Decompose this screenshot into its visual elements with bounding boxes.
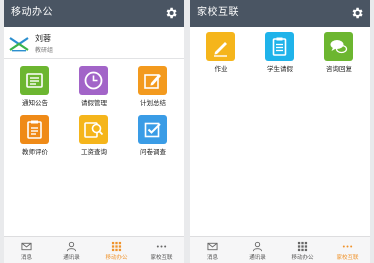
more-icon [156,245,167,248]
app-salary-query[interactable]: 工资查询 [69,115,119,167]
grid-icon [297,241,308,252]
tab-label: 家校互联 [150,255,173,261]
app-leave-management[interactable]: 请假管理 [69,66,119,118]
user-profile[interactable]: 刘蓉 教研组 [4,28,184,58]
mobile-office-screen: 移动办公 刘蓉 教研组 通知公告 请假管理 计划总结 教师评价 工资查询 问卷调… [4,0,184,263]
pencil-icon [206,32,235,61]
app-label: 通知公告 [22,99,48,107]
edit-icon [138,66,167,95]
mail-icon [21,242,32,251]
app-questionnaire[interactable]: 问卷调查 [128,115,178,167]
search-card-icon [79,115,108,144]
tab-label: 消息 [20,255,32,261]
tab-home-school[interactable]: 家校互联 [139,237,184,263]
app-consultation-reply[interactable]: 咨询回复 [314,32,364,84]
checkbox-icon [138,115,167,144]
page-title: 移动办公 [11,7,53,18]
tab-contacts[interactable]: 通讯录 [49,237,94,263]
app-notice[interactable]: 通知公告 [10,66,60,118]
app-label: 问卷调查 [140,148,166,156]
bottom-tab-bar: 消息 通讯录 移动办公 家校互联 [190,236,370,263]
clipboard-icon [265,32,294,61]
bottom-tab-bar: 消息 通讯录 移动办公 家校互联 [4,236,184,263]
tab-messages[interactable]: 消息 [190,237,235,263]
app-label: 学生请假 [267,65,293,73]
app-teacher-evaluation[interactable]: 教师评价 [10,115,60,167]
app-student-leave[interactable]: 学生请假 [255,32,305,84]
school-logo-icon [9,37,29,52]
tab-label: 消息 [206,255,218,261]
tab-messages[interactable]: 消息 [4,237,49,263]
mail-icon [207,242,218,251]
person-icon [252,241,263,252]
home-school-screen: 家校互联 作业 学生请假 咨询回复 消息 通讯录 移动办公 家校互联 [190,0,370,263]
app-homework[interactable]: 作业 [196,32,246,84]
user-name: 刘蓉 [35,34,51,43]
chat-icon [324,32,353,61]
tab-label: 通讯录 [249,255,266,261]
more-icon [342,245,353,248]
tab-label: 通讯录 [63,255,80,261]
app-label: 工资查询 [81,148,107,156]
clock-icon [79,66,108,95]
app-label: 教师评价 [22,148,48,156]
document-icon [20,115,49,144]
gear-icon[interactable] [350,6,364,20]
person-icon [66,241,77,252]
divider [4,58,184,59]
header-bar: 家校互联 [190,0,370,27]
app-label: 作业 [214,65,228,73]
tab-mobile-office[interactable]: 移动办公 [94,237,139,263]
gear-icon[interactable] [164,6,178,20]
notice-icon [20,66,49,95]
header-bar: 移动办公 [4,0,184,27]
user-role: 教研组 [35,47,54,54]
tab-label: 移动办公 [291,255,314,261]
app-plan-summary[interactable]: 计划总结 [128,66,178,118]
tab-label: 移动办公 [105,255,128,261]
tab-home-school[interactable]: 家校互联 [325,237,370,263]
tab-label: 家校互联 [336,255,359,261]
grid-icon [111,241,122,252]
page-title: 家校互联 [197,7,239,18]
tab-contacts[interactable]: 通讯录 [235,237,280,263]
app-label: 请假管理 [81,99,107,107]
app-label: 计划总结 [140,99,166,107]
tab-mobile-office[interactable]: 移动办公 [280,237,325,263]
app-label: 咨询回复 [326,65,352,73]
